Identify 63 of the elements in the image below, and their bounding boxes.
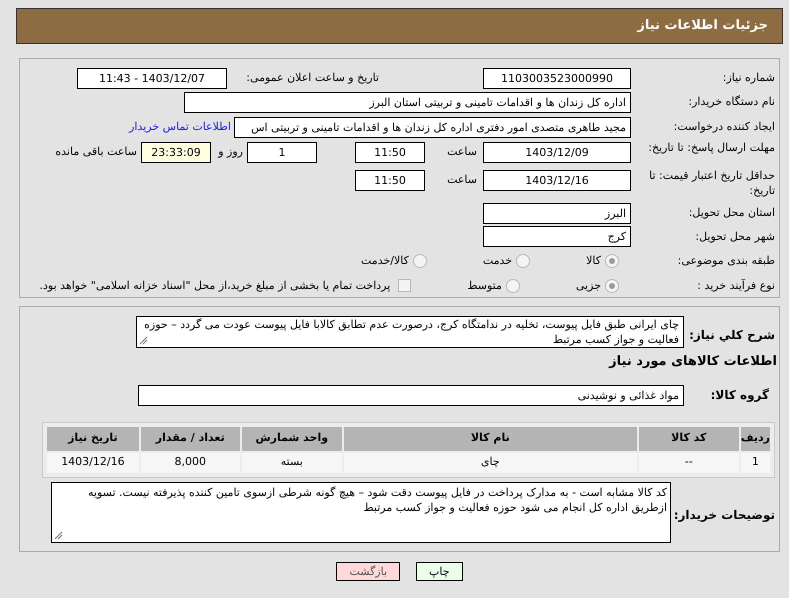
field-label: حداقل تاریخ اعتبار قیمت: تا تاریخ: [648,168,776,198]
table-cell: بسته [242,452,342,472]
field-label: توضیحات خریدار: [672,506,776,524]
field-label: نام دستگاه خریدار: [687,94,776,110]
field-label: پرداخت تمام یا بخشی از مبلغ خرید،از محل "اسناد خزانه اسلامی" خواهد بود. [40,278,390,294]
field-label: ساعت [446,172,478,188]
table-cell: چای [344,452,637,472]
field-label: ساعت باقی مانده [55,144,138,160]
section-heading: اطلاعات کالاهای مورد نیاز [608,353,778,371]
field-label: استان محل تحویل: [688,205,776,222]
text-field[interactable]: 11:50 [355,170,425,191]
field-label: مهلت ارسال پاسخ: تا تاریخ: [647,140,776,156]
page-title: جزئیات اطلاعات نیاز [637,17,768,36]
resize-grip-icon[interactable] [54,530,63,540]
table-cell: 1 [740,452,770,472]
text-field[interactable]: 1 [247,142,317,163]
text-field[interactable]: مواد غذائی و نوشیدنی [138,384,684,406]
field-label: جزیی [576,278,601,294]
field-label: خدمت [482,253,512,270]
radio-button[interactable] [605,278,619,293]
table-cell: 8,000 [140,452,240,472]
table-cell: -- [638,452,739,472]
text-field[interactable]: 1403/12/16 [483,170,631,191]
column-header: تاریخ نیاز [47,426,139,450]
field-label: کالا [586,253,601,270]
radio-button[interactable] [605,254,619,268]
field-label: شهر محل تحویل: [694,228,776,245]
text-field[interactable]: 1403/12/09 [483,142,631,163]
back-button[interactable]: بازگشت [336,562,400,581]
table-cell: 1403/12/16 [47,452,139,472]
radio-button[interactable] [506,278,520,293]
field-label: گروه کالا: [710,387,770,404]
column-header: کد کالا [638,426,739,450]
text-field[interactable]: 1403/12/07 - 11:43 [77,68,227,89]
radio-button[interactable] [516,254,530,268]
field-label: کالا/خدمت [361,253,409,270]
column-header: تعداد / مقدار [140,426,240,450]
text-field[interactable]: 11:50 [355,142,425,163]
field-label: تاریخ و ساعت اعلان عمومی: [245,70,379,86]
text-field[interactable]: 23:33:09 [141,142,211,163]
column-header: نام کالا [344,426,637,450]
field-label: طبقه بندی موضوعی: [676,253,776,270]
field-label: نوع فرآیند خرید : [696,278,776,294]
field-label: شماره نیاز: [722,70,776,86]
field-label: شرح کلي نياز: [688,327,776,344]
description-textarea[interactable]: چای ایرانی طبق فایل پیوست، تخلیه در ندامتگاه کرج، درصورت عدم تطابق کالابا فایل پیوست عودت می گردد – حوزه فعالیت و جواز کسب مرتبط [136,316,684,348]
resize-grip-icon[interactable] [139,336,148,345]
field-label: روز و [216,144,244,160]
notes-textarea[interactable]: کد کالا مشابه است - به مدارک پرداخت در فایل پیوست دقت شود – هیچ گونه شرطی ازسوی تامین کننده پذیرفته نیست. تسویه ازطریق اداره کل انجام می شود حوزه فعالیت و جواز کسب مرتبط [51,482,671,542]
text-field[interactable]: کرج [483,226,631,248]
column-header: ردیف [740,426,770,450]
radio-button[interactable] [412,254,427,268]
column-header: واحد شمارش [242,426,342,450]
text-field[interactable]: البرز [483,203,631,224]
print-button[interactable]: چاپ [416,562,463,581]
text-field[interactable]: 1103003523000990 [483,68,631,89]
field-label: ایجاد کننده درخواست: [672,118,776,135]
field-label: متوسط [467,278,502,294]
text-field[interactable]: اداره کل زندان ها و اقدامات تامینی و تربیتی استان البرز [184,92,631,114]
checkbox[interactable] [398,279,412,292]
buyer-contact-link[interactable]: اطلاعات تماس خریدار [129,118,231,136]
text-field[interactable]: مجید طاهری متصدی امور دفتری اداره کل زندان ها و اقدامات تامینی و تربیتی اس [234,116,631,138]
field-label: ساعت [446,144,478,160]
